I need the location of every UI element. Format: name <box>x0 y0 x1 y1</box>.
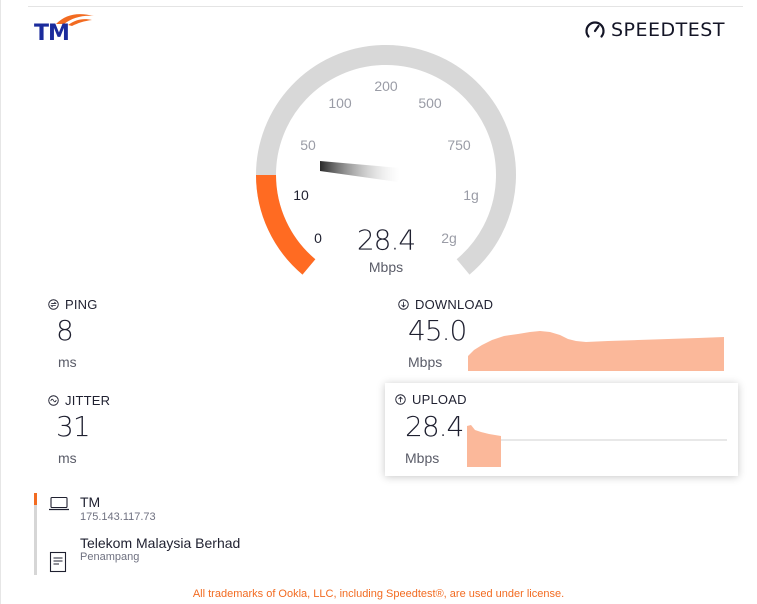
gauge-speed-value: 28.4 <box>356 223 416 257</box>
server-icon <box>49 551 67 573</box>
ping-icon <box>48 299 59 310</box>
download-label: DOWNLOAD <box>398 297 493 312</box>
upload-label-text: UPLOAD <box>412 392 467 407</box>
info-side-bar-active <box>34 493 37 505</box>
gauge-needle <box>320 161 400 182</box>
gauge-label-500: 500 <box>418 95 442 111</box>
gauge-label-0: 0 <box>314 230 322 246</box>
ping-value: 8 <box>56 314 74 347</box>
gauge-label-10: 10 <box>293 187 309 203</box>
trademark-footer: All trademarks of Ookla, LLC, including … <box>192 588 565 600</box>
jitter-label: JITTER <box>48 393 110 408</box>
gauge-label-750: 750 <box>447 137 471 153</box>
gauge-speed-unit: Mbps <box>368 259 404 275</box>
gauge-label-100: 100 <box>328 95 352 111</box>
ping-unit: ms <box>58 354 77 370</box>
upload-value: 28.4 <box>405 410 464 443</box>
server-name[interactable]: Telekom Malaysia Berhad <box>80 535 240 551</box>
gauge-label-50: 50 <box>300 137 316 153</box>
download-label-text: DOWNLOAD <box>415 297 494 312</box>
laptop-icon <box>49 496 69 511</box>
download-graph-area <box>468 331 724 371</box>
download-graph <box>468 331 724 371</box>
download-unit: Mbps <box>408 354 443 370</box>
server-location: Penampang <box>80 551 140 563</box>
jitter-label-text: JITTER <box>65 393 111 408</box>
upload-label: UPLOAD <box>395 392 467 407</box>
client-ip-address: 175.143.117.73 <box>80 511 156 523</box>
gauge-label-2g: 2g <box>441 230 457 246</box>
download-arrow-icon <box>398 299 409 310</box>
upload-unit: Mbps <box>405 450 440 466</box>
jitter-icon <box>48 395 59 406</box>
ping-label-text: PING <box>65 297 98 312</box>
jitter-unit: ms <box>58 450 77 466</box>
upload-graph <box>467 425 727 467</box>
download-value: 45.0 <box>408 314 467 347</box>
jitter-value: 31 <box>56 410 91 443</box>
info-side-bar <box>34 493 37 575</box>
gauge-label-1g: 1g <box>463 187 479 203</box>
upload-arrow-icon <box>395 394 406 405</box>
client-isp-name: TM <box>80 494 101 510</box>
gauge-label-200: 200 <box>374 78 398 94</box>
ping-label: PING <box>48 297 98 312</box>
upload-graph-area <box>467 425 501 467</box>
